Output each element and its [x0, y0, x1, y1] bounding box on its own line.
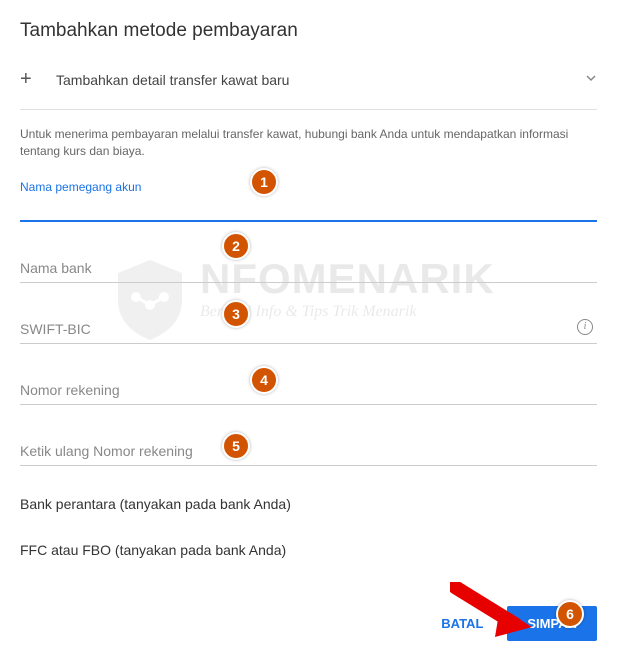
annotation-badge-5: 5	[222, 432, 250, 460]
bank-name-placeholder: Nama bank	[20, 260, 92, 276]
account-number-input[interactable]: Nomor rekening	[20, 374, 597, 405]
account-holder-input[interactable]	[20, 196, 597, 222]
account-number-field-group: Nomor rekening	[20, 374, 597, 405]
chevron-down-icon	[585, 72, 597, 87]
annotation-arrow	[450, 582, 540, 647]
re-account-number-field-group: Ketik ulang Nomor rekening	[20, 435, 597, 466]
info-text: Untuk menerima pembayaran melalui transf…	[20, 126, 597, 160]
annotation-badge-6: 6	[556, 600, 584, 628]
add-wire-transfer-row[interactable]: + Tambahkan detail transfer kawat baru	[20, 60, 597, 110]
swift-field-group: SWIFT-BIC i	[20, 313, 597, 344]
annotation-badge-1: 1	[250, 168, 278, 196]
account-holder-field-group: Nama pemegang akun	[20, 180, 597, 222]
plus-icon: +	[20, 68, 48, 91]
re-account-number-placeholder: Ketik ulang Nomor rekening	[20, 443, 193, 459]
info-icon[interactable]: i	[577, 319, 593, 335]
account-number-placeholder: Nomor rekening	[20, 382, 120, 398]
add-row-label: Tambahkan detail transfer kawat baru	[48, 72, 585, 88]
bank-name-field-group: Nama bank	[20, 252, 597, 283]
annotation-badge-2: 2	[222, 232, 250, 260]
account-holder-label: Nama pemegang akun	[20, 180, 597, 194]
ffc-fbo-section[interactable]: FFC atau FBO (tanyakan pada bank Anda)	[20, 542, 597, 558]
bank-name-input[interactable]: Nama bank	[20, 252, 597, 283]
swift-input[interactable]: SWIFT-BIC i	[20, 313, 597, 344]
page-title: Tambahkan metode pembayaran	[20, 20, 597, 42]
annotation-badge-3: 3	[222, 300, 250, 328]
annotation-badge-4: 4	[250, 366, 278, 394]
re-account-number-input[interactable]: Ketik ulang Nomor rekening	[20, 435, 597, 466]
swift-placeholder: SWIFT-BIC	[20, 321, 91, 337]
intermediary-bank-section[interactable]: Bank perantara (tanyakan pada bank Anda)	[20, 496, 597, 512]
